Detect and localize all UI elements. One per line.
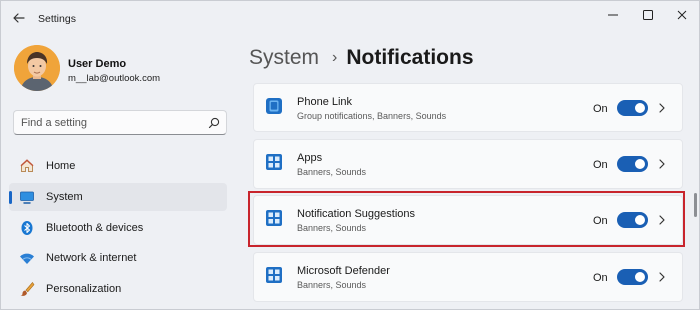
window-title: Settings bbox=[38, 13, 76, 25]
bluetooth-icon bbox=[21, 221, 33, 235]
nav-item-bluetooth[interactable]: Bluetooth & devices bbox=[9, 214, 227, 242]
notification-title: Microsoft Defender bbox=[297, 265, 390, 277]
notification-toggle[interactable] bbox=[617, 212, 648, 228]
notification-toggle[interactable] bbox=[617, 269, 648, 285]
selection-indicator bbox=[9, 191, 12, 204]
breadcrumb: System › Notifications bbox=[249, 46, 474, 70]
nav-item-system[interactable]: System bbox=[9, 183, 227, 211]
toggle-knob bbox=[635, 103, 645, 113]
scrollbar-thumb[interactable] bbox=[694, 193, 697, 217]
nav-item-label: Network & internet bbox=[46, 252, 137, 264]
notification-title: Apps bbox=[297, 152, 323, 164]
chevron-right-icon[interactable] bbox=[657, 158, 667, 170]
chevron-right-icon[interactable] bbox=[657, 271, 667, 283]
notification-item-phone-link[interactable]: Phone Link Group notifications, Banners,… bbox=[253, 83, 683, 132]
maximize-button[interactable] bbox=[637, 7, 659, 23]
nav-item-personalization[interactable]: Personalization bbox=[9, 275, 227, 303]
toggle-knob bbox=[635, 215, 645, 225]
user-email: m__lab@outlook.com bbox=[68, 73, 161, 84]
minimize-button[interactable] bbox=[602, 7, 624, 23]
nav-item-label: Bluetooth & devices bbox=[46, 222, 144, 234]
user-avatar-icon bbox=[14, 45, 60, 91]
nav-item-label: System bbox=[46, 191, 83, 203]
back-button[interactable] bbox=[11, 10, 27, 26]
chevron-right-icon[interactable] bbox=[657, 102, 667, 114]
notification-title: Notification Suggestions bbox=[297, 208, 416, 220]
minimize-icon bbox=[608, 14, 618, 16]
notification-subtitle: Banners, Sounds bbox=[297, 223, 367, 233]
apps-icon bbox=[266, 267, 282, 283]
breadcrumb-separator: › bbox=[332, 49, 338, 66]
notification-item-microsoft-defender[interactable]: Microsoft Defender Banners, Sounds On bbox=[253, 252, 683, 302]
title-bar: Settings bbox=[1, 1, 699, 33]
notification-title: Phone Link bbox=[297, 96, 353, 108]
maximize-icon bbox=[643, 10, 653, 20]
breadcrumb-parent[interactable]: System bbox=[249, 46, 319, 69]
toggle-state-label: On bbox=[593, 215, 608, 227]
close-button[interactable] bbox=[671, 7, 693, 23]
search-box[interactable] bbox=[13, 110, 227, 135]
notification-toggle[interactable] bbox=[617, 156, 648, 172]
nav-item-label: Home bbox=[46, 160, 76, 172]
toggle-state-label: On bbox=[593, 272, 608, 284]
back-arrow-icon bbox=[13, 13, 25, 23]
notification-item-notification-suggestions[interactable]: Notification Suggestions Banners, Sounds… bbox=[253, 195, 683, 245]
user-name: User Demo bbox=[68, 58, 127, 70]
home-icon bbox=[20, 159, 34, 172]
notification-subtitle: Banners, Sounds bbox=[297, 167, 367, 177]
notification-subtitle: Banners, Sounds bbox=[297, 280, 367, 290]
toggle-state-label: On bbox=[593, 159, 608, 171]
phone-link-icon bbox=[266, 98, 282, 114]
nav-item-network[interactable]: Network & internet bbox=[9, 244, 227, 272]
avatar[interactable] bbox=[14, 45, 60, 91]
wifi-icon bbox=[20, 253, 34, 264]
search-icon[interactable] bbox=[208, 117, 220, 129]
search-input[interactable] bbox=[21, 115, 201, 131]
nav-item-home[interactable]: Home bbox=[9, 152, 227, 180]
system-icon bbox=[20, 191, 34, 204]
notification-item-apps[interactable]: Apps Banners, Sounds On bbox=[253, 139, 683, 189]
scrollbar[interactable] bbox=[694, 89, 697, 309]
toggle-state-label: On bbox=[593, 103, 608, 115]
notification-subtitle: Group notifications, Banners, Sounds bbox=[297, 111, 447, 121]
brush-icon bbox=[20, 282, 35, 296]
chevron-right-icon[interactable] bbox=[657, 214, 667, 226]
toggle-knob bbox=[635, 159, 645, 169]
nav-item-label: Personalization bbox=[46, 283, 122, 295]
page-title: Notifications bbox=[346, 46, 474, 69]
close-icon bbox=[677, 10, 687, 20]
settings-window: Settings User Demo m__lab@outlook.com Fi… bbox=[0, 0, 700, 310]
notification-toggle[interactable] bbox=[617, 100, 648, 116]
apps-icon bbox=[266, 210, 282, 226]
toggle-knob bbox=[635, 272, 645, 282]
apps-icon bbox=[266, 154, 282, 170]
